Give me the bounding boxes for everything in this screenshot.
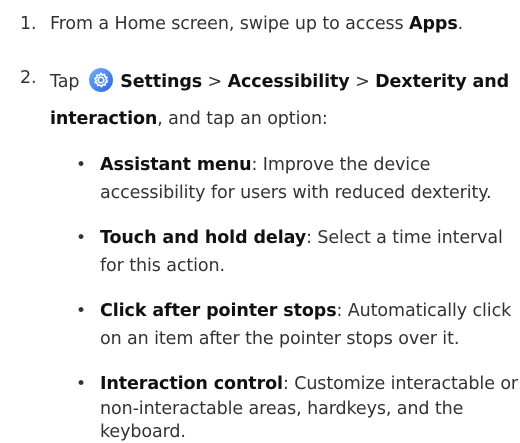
option-interaction-control-line-2: non-interactable areas, hardkeys, and th… [100,399,464,419]
step-2-tap: Tap [50,72,80,92]
option-assistant-menu-line-2: accessibility for users with reduced dex… [100,183,492,203]
option-interaction-control-title: Interaction control [100,374,283,394]
option-touch-hold-line-2: for this action. [100,256,225,276]
breadcrumb-separator-1: > [207,72,223,92]
step-1-text: From a Home screen, swipe up to access A… [50,14,463,34]
bullet-3: • [76,301,86,321]
option-click-after-title: Click after pointer stops [100,301,337,321]
option-interaction-control-line-3: keyboard. [100,422,186,442]
option-click-after-line-1: Click after pointer stops: Automatically… [100,301,511,321]
option-assistant-menu-desc-1: : Improve the device [251,155,431,175]
step-2-line-2: interaction, and tap an option: [50,109,328,129]
settings-label: Settings [120,72,203,92]
option-interaction-control-desc-1: : Customize interactable or [282,374,519,394]
option-assistant-menu-line-1: Assistant menu: Improve the device [100,155,430,175]
bullet-2: • [76,228,86,248]
option-touch-hold-title: Touch and hold delay [100,228,307,248]
option-assistant-menu-title: Assistant menu [100,155,252,175]
step-2-tail: , and tap an option: [157,109,328,129]
accessibility-label: Accessibility [227,72,350,92]
step-2-number: 2. [20,68,37,88]
step-1-text-after: . [457,14,464,34]
option-click-after-line-2: on an item after the pointer stops over … [100,329,460,349]
bullet-1: • [76,155,86,175]
settings-gear-icon [88,68,113,97]
step-1-number: 1. [20,14,37,34]
option-click-after-desc-1: : Automatically click [336,301,512,321]
instruction-document: 1. From a Home screen, swipe up to acces… [0,0,520,443]
option-touch-hold-line-1: Touch and hold delay: Select a time inte… [100,228,503,248]
bullet-4: • [76,374,86,394]
step-1-text-before: From a Home screen, swipe up to access [50,14,410,34]
dexterity-label-part-2: interaction [50,109,158,129]
dexterity-label-part-1: Dexterity and [375,72,510,92]
step-2-line-1: Tap Settings > Accessibility > Dexterity [50,68,509,97]
option-interaction-control-line-1: Interaction control: Customize interacta… [100,374,518,394]
breadcrumb-separator-2: > [355,72,370,92]
option-touch-hold-desc-1: : Select a time interval [306,228,503,248]
step-1-apps-bold: Apps [409,14,458,34]
